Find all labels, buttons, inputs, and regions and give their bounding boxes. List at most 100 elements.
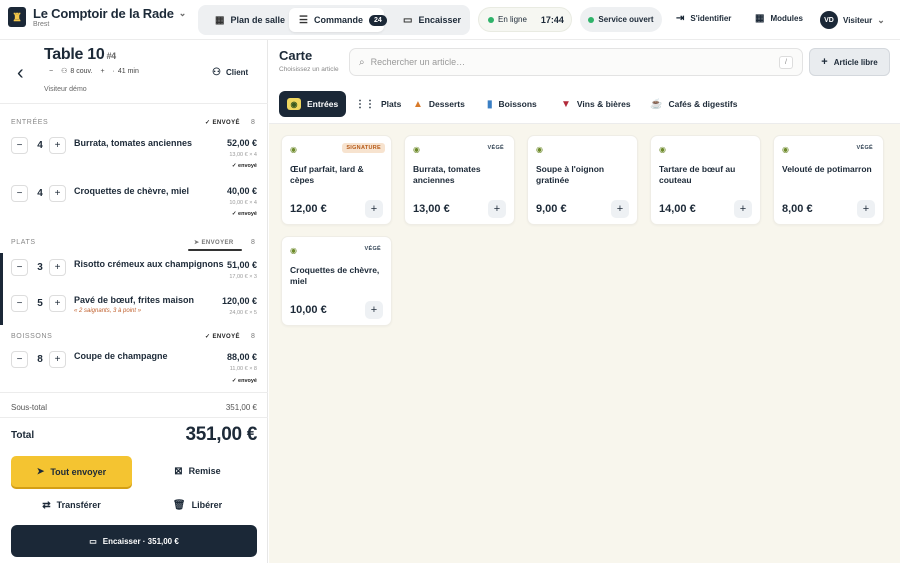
person-icon: ⚇ <box>61 68 68 75</box>
increase-covers-button[interactable]: + <box>100 68 104 75</box>
tab-vins-label: Vins & bières <box>576 99 631 109</box>
product-price: 8,00 € <box>782 203 813 215</box>
decrease-qty-button[interactable]: − <box>11 137 28 154</box>
chevron-down-icon: ⌄ <box>877 14 885 25</box>
product-card[interactable]: ◉ VÉGÉ Burrata, tomates anciennes 13,00 … <box>404 135 515 225</box>
product-name: Soupe à l'oignon gratinée <box>536 164 605 185</box>
nav-checkout[interactable]: ▭ Encaisser <box>393 8 465 32</box>
increase-qty-button[interactable]: + <box>49 351 66 368</box>
table-meta: − ⚇ 8 couv. + · 41 min <box>49 67 147 76</box>
add-product-button[interactable]: + <box>611 200 629 218</box>
login-button[interactable]: ⇥ S'identifier <box>676 13 731 24</box>
clock: 17:44 <box>540 14 564 25</box>
send-underline <box>188 249 242 251</box>
service-status-button[interactable]: Service ouvert <box>580 7 662 32</box>
decrease-qty-button[interactable]: − <box>11 259 28 276</box>
tab-boissons[interactable]: ▮ Boissons <box>479 91 545 117</box>
line-price: 40,00 € <box>226 186 257 196</box>
tab-entrees[interactable]: ◉ Entrées <box>279 91 347 117</box>
subtotal-value: 351,00 € <box>225 403 257 412</box>
decrease-qty-button[interactable]: − <box>11 351 28 368</box>
increase-qty-button[interactable]: + <box>49 185 66 202</box>
restaurant-logo-icon: ♜ <box>8 7 26 27</box>
shortcut-hint: / <box>779 56 793 69</box>
product-card[interactable]: ◉ Tartare de bœuf au couteau 14,00 € + <box>650 135 761 225</box>
restaurant-selector[interactable]: ♜ Le Comptoir de la Rade ⌄ Brest <box>8 6 186 28</box>
increase-qty-button[interactable]: + <box>49 137 66 154</box>
increase-qty-button[interactable]: + <box>49 259 66 276</box>
order-line[interactable]: − 5 + Pavé de bœuf, frites maison « 2 sa… <box>0 290 268 325</box>
table-title: Table 10 #4 <box>44 46 116 64</box>
discount-button[interactable]: ⊠ Remise <box>145 459 250 483</box>
send-icon: ➤ <box>36 466 45 476</box>
product-price: 12,00 € <box>290 203 327 215</box>
decrease-qty-button[interactable]: − <box>11 185 28 202</box>
send-section-button[interactable]: ➤ ENVOYER <box>194 239 234 246</box>
line-sent-label: envoyé <box>238 163 257 169</box>
plus-icon: + <box>821 56 828 68</box>
cake-icon: ▲ <box>413 98 423 110</box>
search-input[interactable] <box>370 57 761 67</box>
line-price: 120,00 € <box>221 296 257 306</box>
section-count-plats: 8 <box>251 239 255 246</box>
free-item-button[interactable]: + Article libre <box>809 48 890 76</box>
add-product-button[interactable]: + <box>365 301 383 319</box>
modules-icon: ▦ <box>755 13 765 24</box>
tab-vins[interactable]: ▼ Vins & bières <box>553 91 639 117</box>
product-card[interactable]: ◉ VÉGÉ Velouté de potimarron 8,00 € + <box>773 135 884 225</box>
salad-icon: ◉ <box>782 145 789 154</box>
line-qty: 4 <box>37 140 43 151</box>
percent-icon: ⊠ <box>174 465 183 477</box>
elapsed-time: 41 min <box>117 67 139 75</box>
product-name: Œuf parfait, lard & cèpes <box>290 164 364 185</box>
back-arrow-icon[interactable]: ‹ <box>17 62 24 85</box>
nav-floor-plan[interactable]: ▦ Plan de salle <box>203 8 288 32</box>
service-label: Service ouvert <box>598 15 654 24</box>
brand-text: Le Comptoir de la Rade ⌄ Brest <box>33 6 186 28</box>
product-name: Tartare de bœuf au couteau <box>659 164 736 185</box>
pay-button[interactable]: ▭ Encaisser · 351,00 € <box>11 525 257 557</box>
menu-title: Carte <box>279 48 313 63</box>
nav-order[interactable]: ☰ Commande 24 <box>289 8 387 32</box>
menu-header: Carte Choisissez un article ⌕ / + Article… <box>269 40 900 84</box>
clock-icon: · <box>112 67 115 75</box>
add-product-button[interactable]: + <box>365 200 383 218</box>
line-sent-status: ✓ envoyé <box>231 211 257 217</box>
release-button[interactable]: 🗑 Libérer <box>140 493 255 517</box>
decrease-qty-button[interactable]: − <box>11 295 28 312</box>
coffee-icon: ☕ <box>650 98 663 110</box>
add-product-button[interactable]: + <box>734 200 752 218</box>
search-box: ⌕ / <box>349 48 803 76</box>
nav-checkout-label: Encaisser <box>418 15 461 25</box>
tab-entrees-label: Entrées <box>307 99 339 109</box>
order-line[interactable]: − 4 + Croquettes de chèvre, miel 40,00 €… <box>0 180 268 220</box>
increase-qty-button[interactable]: + <box>49 295 66 312</box>
order-line[interactable]: − 3 + Risotto crémeux aux champignons 51… <box>0 253 268 290</box>
line-sent-status: ✓ envoyé <box>231 378 257 384</box>
order-line[interactable]: − 8 + Coupe de champagne 88,00 € 11,00 €… <box>0 346 268 386</box>
chevron-down-icon: ⌄ <box>178 8 187 18</box>
service-dot-icon <box>588 16 595 23</box>
tab-plats[interactable]: ⋮⋮ Plats <box>347 91 409 117</box>
transfer-button[interactable]: ⇄ Transférer <box>11 493 132 517</box>
client-button[interactable]: ⚇ Client <box>212 67 248 78</box>
salad-icon: ◉ <box>287 98 301 110</box>
line-unit-price: 11,00 € × 8 <box>229 366 257 372</box>
order-line[interactable]: − 4 + Burrata, tomates anciennes 52,00 €… <box>0 132 268 172</box>
product-card[interactable]: ◉ SIGNATURE Œuf parfait, lard & cèpes 12… <box>281 135 392 225</box>
total-label: Total <box>11 429 35 441</box>
decrease-covers-button[interactable]: − <box>49 68 53 75</box>
vegetarian-badge: VÉGÉ <box>856 145 873 151</box>
order-panel: ‹ Table 10 #4 − ⚇ 8 couv. + · 41 min Visi… <box>0 40 268 563</box>
tab-desserts[interactable]: ▲ Desserts <box>405 91 473 117</box>
total-value: 351,00 € <box>185 424 257 445</box>
send-all-button[interactable]: ➤ Tout envoyer <box>11 456 132 487</box>
product-card[interactable]: ◉ VÉGÉ Croquettes de chèvre, miel 10,00 … <box>281 236 392 326</box>
add-product-button[interactable]: + <box>488 200 506 218</box>
section-count-boissons: 8 <box>251 333 255 340</box>
tab-cafes[interactable]: ☕ Cafés & digestifs <box>642 91 745 117</box>
product-card[interactable]: ◉ Soupe à l'oignon gratinée 9,00 € + <box>527 135 638 225</box>
modules-button[interactable]: ▦ Modules <box>755 13 803 24</box>
add-product-button[interactable]: + <box>857 200 875 218</box>
user-menu[interactable]: VD Visiteur ⌄ <box>820 11 885 29</box>
